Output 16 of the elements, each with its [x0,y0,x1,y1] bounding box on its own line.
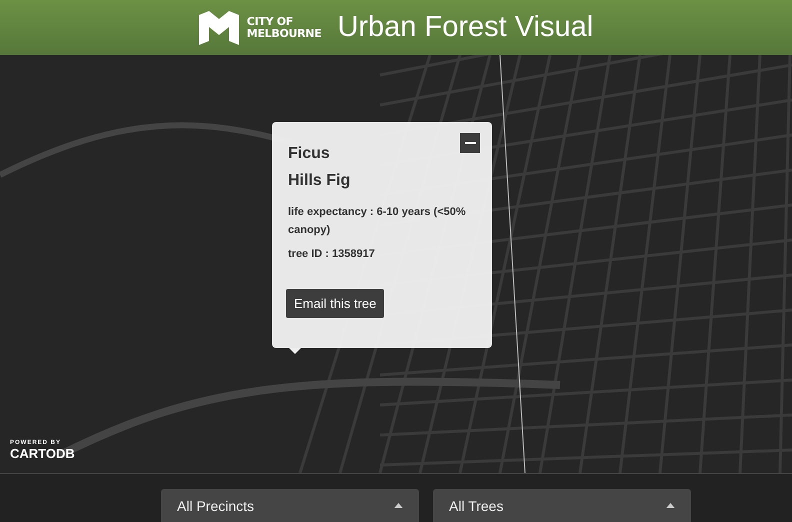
filter-dropdown[interactable]: All Trees [433,489,691,522]
tree-name: Hills Fig [288,171,350,191]
attribution-logo[interactable]: CARTODB [10,446,75,461]
minus-icon [464,142,476,144]
logo-text: MELBOURNE [246,28,322,40]
tree-name: Ficus [288,144,330,164]
tree-detail: life expectancy : 6-10 years (<50% canopy) [288,205,467,238]
collapse-button[interactable] [460,133,480,153]
logo-icon [198,10,239,44]
filter-dropdown[interactable]: All Precincts [161,489,419,522]
tree-detail: tree ID : 1358917 [288,247,376,262]
app-title: Urban Forest Visual [337,11,594,44]
caret-icon [666,503,675,508]
caret-icon [394,503,403,508]
logo-text: CITY OF [246,16,294,28]
email-button[interactable]: Email this tree [286,289,384,318]
